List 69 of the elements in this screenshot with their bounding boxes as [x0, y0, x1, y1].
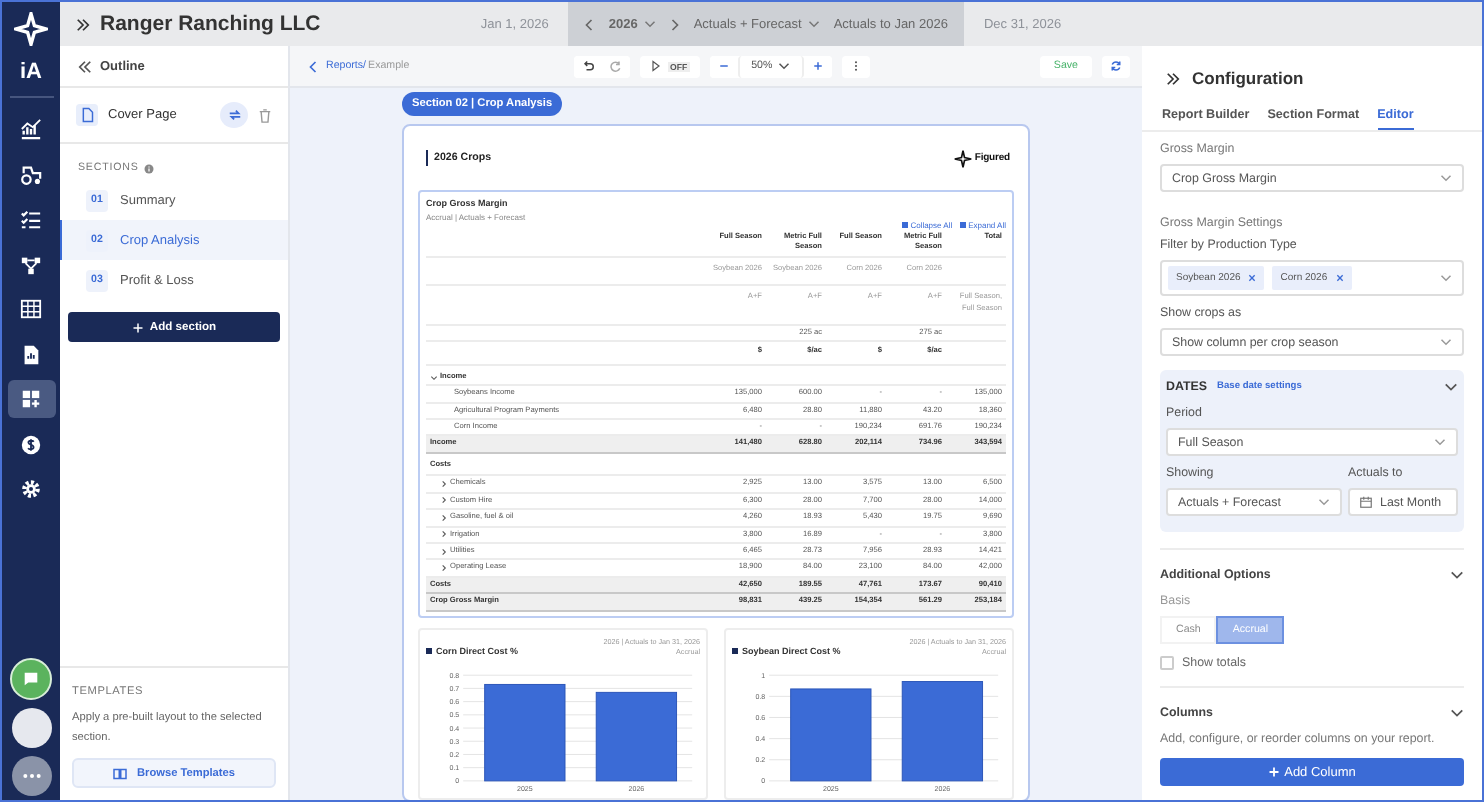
- tractor-icon: [20, 163, 42, 185]
- book-icon: [112, 767, 129, 779]
- remove-icon[interactable]: [1248, 274, 1257, 282]
- document-icon: [76, 104, 98, 126]
- chevron-down-icon: [1434, 438, 1446, 446]
- chevron-down-icon: [1440, 338, 1452, 346]
- bar: [484, 683, 566, 781]
- star-logo-icon: [954, 149, 973, 167]
- chat-icon: [22, 670, 40, 688]
- calendar-icon: [1360, 496, 1372, 508]
- back-icon[interactable]: [308, 59, 318, 73]
- refresh-button[interactable]: [1102, 55, 1130, 77]
- dollar-icon: [20, 433, 42, 455]
- chevron-down-icon: [1440, 274, 1452, 282]
- star-logo-icon[interactable]: [14, 12, 48, 46]
- swap-icon: [227, 108, 241, 122]
- chevron-down-icon: [778, 62, 791, 70]
- checklist-icon: [20, 208, 42, 230]
- plus-icon: [812, 60, 825, 72]
- chevron-down-icon: [1318, 498, 1330, 506]
- plus-icon: [1268, 766, 1281, 778]
- chat-button[interactable]: [10, 658, 52, 700]
- chevron-right-icon[interactable]: [440, 496, 448, 505]
- panel-title: Configuration: [1192, 68, 1304, 88]
- previous-icon[interactable]: [584, 17, 595, 31]
- chevron-down-icon: [807, 20, 820, 28]
- bar: [595, 690, 678, 781]
- more-button[interactable]: [11, 756, 51, 796]
- bar: [901, 680, 984, 781]
- next-icon[interactable]: [669, 17, 680, 31]
- chevron-right-icon[interactable]: [440, 564, 448, 573]
- chevron-down-icon[interactable]: [1450, 708, 1464, 718]
- play-icon: [650, 60, 662, 72]
- redo-icon: [610, 60, 622, 72]
- chevron-down-icon: [1440, 174, 1452, 182]
- expand-icon[interactable]: [76, 17, 90, 31]
- account-avatar[interactable]: [11, 708, 51, 748]
- delete-icon[interactable]: [258, 107, 272, 123]
- chevron-down-icon: [643, 20, 656, 28]
- dashboard-nav-button[interactable]: [7, 380, 55, 418]
- grid-icon: [20, 298, 42, 320]
- chart-icon: [20, 118, 42, 140]
- document-icon: [20, 343, 42, 365]
- more-icon: [21, 772, 41, 780]
- bar: [790, 687, 872, 781]
- network-icon: [20, 253, 42, 275]
- app-logo[interactable]: iA: [20, 60, 42, 84]
- plus-icon: [131, 321, 144, 333]
- refresh-icon: [1110, 60, 1122, 72]
- settings-icon: [20, 478, 42, 500]
- square-icon: [960, 222, 967, 228]
- expand-icon[interactable]: [1166, 71, 1180, 85]
- chevron-right-icon[interactable]: [440, 547, 448, 556]
- legend-swatch: [426, 648, 432, 655]
- swap-button[interactable]: [220, 102, 248, 128]
- company-name: Ranger Ranching LLC: [100, 12, 321, 36]
- remove-icon[interactable]: [1335, 274, 1344, 282]
- collapse-icon[interactable]: [78, 59, 92, 73]
- chevron-right-icon[interactable]: [440, 479, 448, 488]
- square-icon: [902, 222, 909, 228]
- legend-swatch: [732, 648, 738, 655]
- chevron-right-icon[interactable]: [440, 530, 448, 539]
- info-icon[interactable]: [144, 163, 155, 173]
- minus-icon: [717, 60, 730, 72]
- chevron-down-icon[interactable]: [1444, 382, 1458, 392]
- dashboard-icon: [20, 388, 42, 410]
- chevron-down-icon[interactable]: [1450, 570, 1464, 580]
- undo-icon: [582, 60, 594, 72]
- chevron-right-icon[interactable]: [440, 513, 448, 522]
